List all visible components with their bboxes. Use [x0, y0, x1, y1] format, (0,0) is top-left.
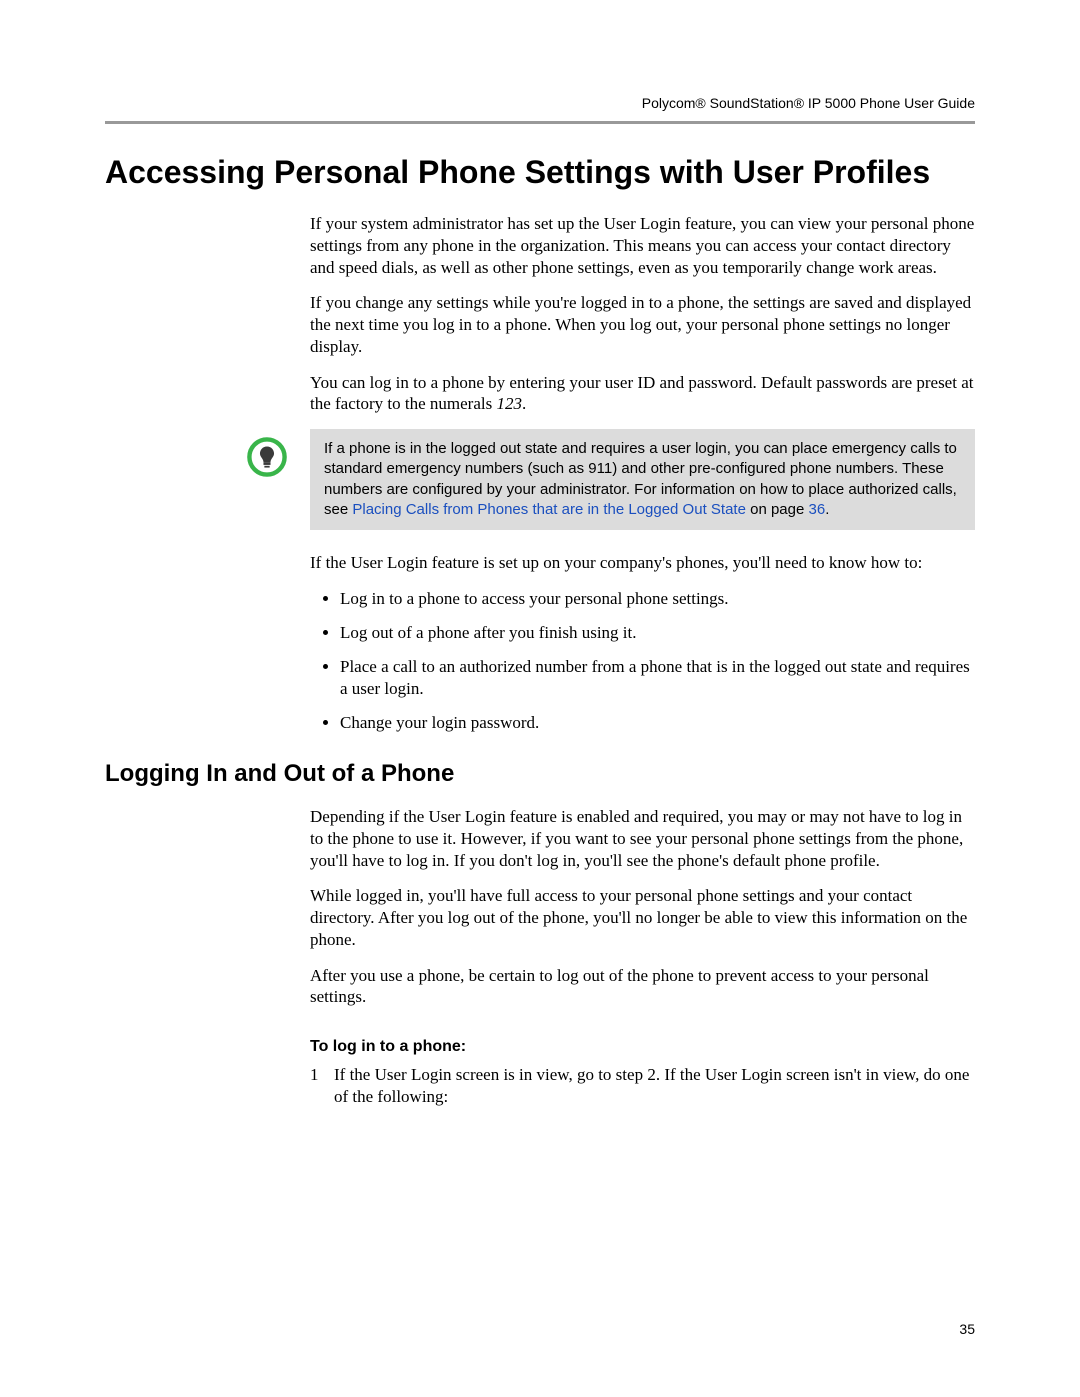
paragraph: If the User Login feature is set up on y…: [310, 552, 975, 574]
bullet-list: Log in to a phone to access your persona…: [310, 588, 975, 734]
list-item: Log in to a phone to access your persona…: [340, 588, 975, 610]
note-text: on page: [746, 501, 809, 518]
header-product: Polycom® SoundStation® IP 5000 Phone Use…: [105, 95, 975, 111]
note-text: .: [825, 501, 829, 518]
step-text: If the User Login screen is in view, go …: [334, 1064, 975, 1108]
paragraph: You can log in to a phone by entering yo…: [310, 372, 975, 416]
paragraph: If you change any settings while you're …: [310, 292, 975, 357]
note-callout: If a phone is in the logged out state an…: [105, 429, 975, 530]
note-box: If a phone is in the logged out state an…: [310, 429, 975, 530]
document-page: Polycom® SoundStation® IP 5000 Phone Use…: [0, 0, 1080, 1397]
paragraph: Depending if the User Login feature is e…: [310, 806, 975, 871]
heading-1: Accessing Personal Phone Settings with U…: [105, 154, 975, 191]
text: .: [522, 394, 526, 413]
list-item: Place a call to an authorized number fro…: [340, 656, 975, 700]
page-number: 35: [959, 1321, 975, 1337]
heading-3: To log in to a phone:: [310, 1038, 975, 1056]
note-link[interactable]: Placing Calls from Phones that are in th…: [352, 501, 746, 518]
step-number: 1: [310, 1064, 334, 1108]
tip-icon: [245, 435, 295, 484]
paragraph: After you use a phone, be certain to log…: [310, 965, 975, 1009]
paragraph: If your system administrator has set up …: [310, 213, 975, 278]
list-item: Change your login password.: [340, 712, 975, 734]
paragraph: While logged in, you'll have full access…: [310, 885, 975, 950]
header-rule: [105, 121, 975, 124]
text-italic: 123: [496, 394, 522, 413]
list-item: Log out of a phone after you finish usin…: [340, 622, 975, 644]
text: You can log in to a phone by entering yo…: [310, 373, 973, 414]
heading-2: Logging In and Out of a Phone: [105, 760, 975, 788]
note-page-link[interactable]: 36: [809, 501, 826, 518]
numbered-step: 1 If the User Login screen is in view, g…: [310, 1064, 975, 1108]
